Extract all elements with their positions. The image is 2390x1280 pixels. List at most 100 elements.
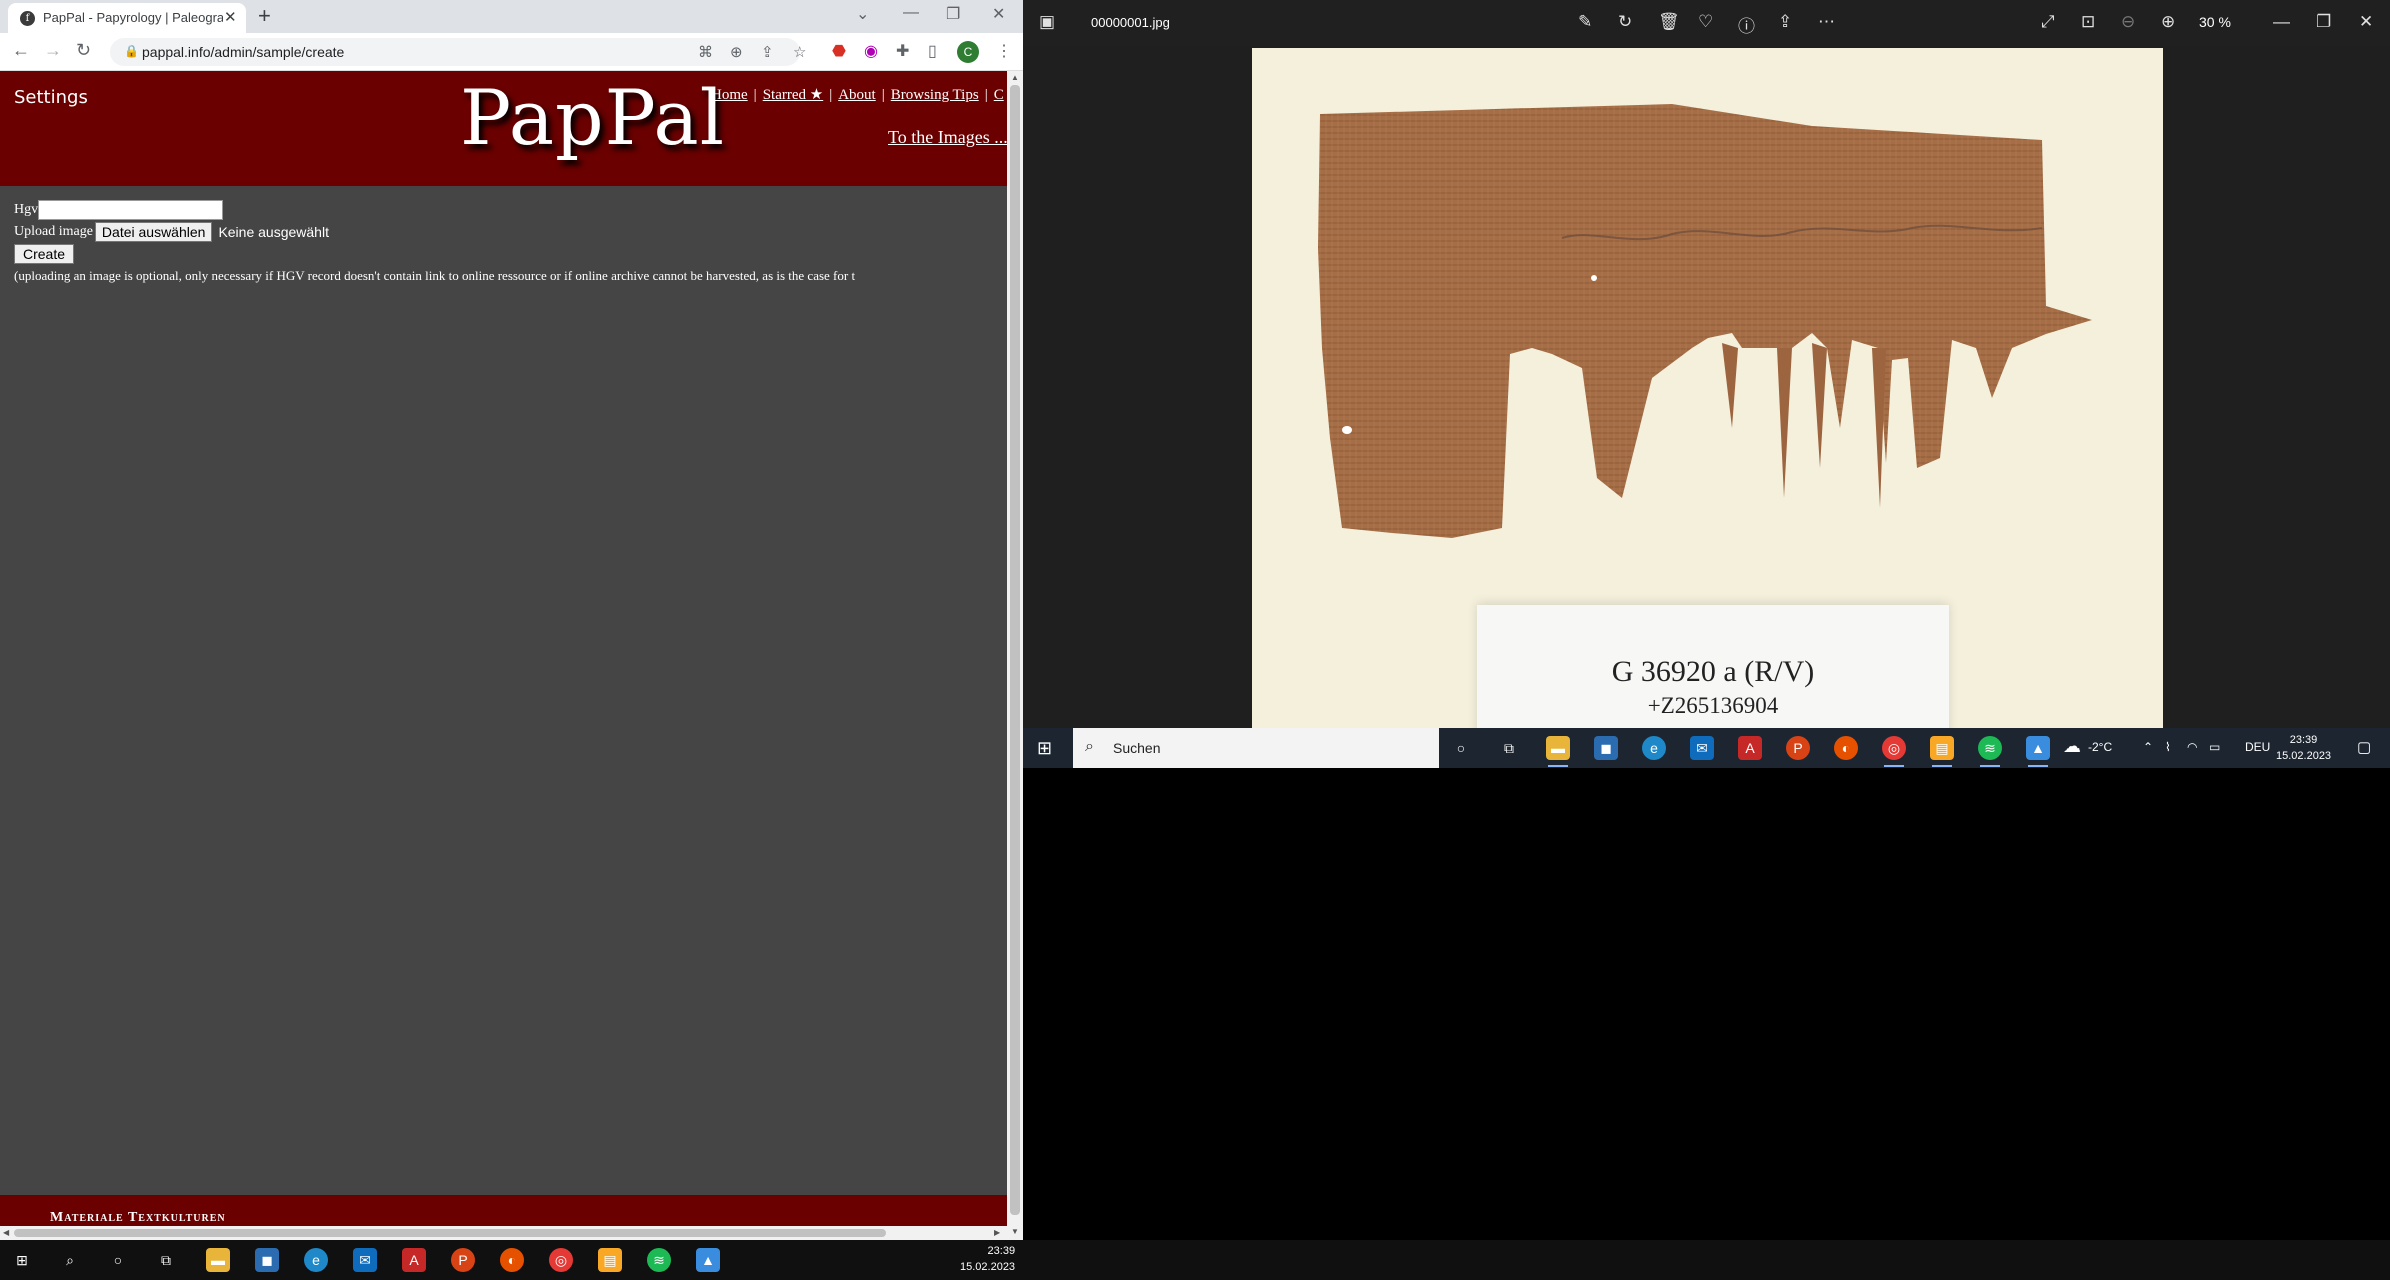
task-view-icon[interactable]: ⧉	[154, 1248, 178, 1272]
back-icon[interactable]: ←	[12, 40, 30, 61]
notifications-icon[interactable]: ▢	[2357, 738, 2371, 756]
browser-tab[interactable]: f PapPal - Papyrology | Paleography ✕	[8, 3, 246, 33]
close-tab-icon[interactable]: ✕	[224, 8, 237, 26]
side-panel-icon[interactable]: ▯	[928, 41, 937, 61]
zoom-icon[interactable]: ⊕	[730, 43, 743, 61]
choose-file-button[interactable]: Datei auswählen	[94, 222, 213, 242]
chrome-icon[interactable]: ◎	[1882, 736, 1906, 760]
windows-start-icon[interactable]: ⊞	[1037, 738, 1052, 759]
fullscreen-icon[interactable]: ⤢	[2041, 12, 2055, 32]
wifi-icon[interactable]: ◠	[2187, 740, 2197, 754]
vertical-scrollbar[interactable]: ▲ ▼	[1007, 71, 1023, 1240]
lock-icon[interactable]: 🔒	[124, 44, 139, 58]
notes-app-icon[interactable]: ▤	[1930, 736, 1954, 760]
nav-truncated[interactable]: C	[994, 87, 1004, 103]
scroll-right-icon[interactable]: ▶	[994, 1228, 1000, 1237]
share-icon[interactable]: ⇪	[761, 43, 774, 61]
file-status: Keine ausgewählt	[218, 224, 329, 240]
nav-home[interactable]: Home	[711, 87, 748, 103]
acrobat-icon[interactable]: A	[402, 1248, 426, 1272]
powerpoint-icon[interactable]: P	[451, 1248, 475, 1272]
gallery-icon[interactable]: ▣	[1039, 12, 1055, 32]
taskbar-clock-main[interactable]: 23:39 15.02.2023	[960, 1243, 1015, 1275]
zoom-out-icon[interactable]: ⊖	[2121, 12, 2135, 32]
zoom-level: 30 %	[2199, 14, 2231, 30]
create-button[interactable]: Create	[14, 244, 75, 264]
nav-about[interactable]: About	[838, 87, 876, 103]
extensions-puzzle-icon[interactable]: ✚	[896, 41, 909, 61]
powerpoint-icon[interactable]: P	[1786, 736, 1810, 760]
zoom-in-icon[interactable]: ⊕	[2161, 12, 2175, 32]
info-icon[interactable]: ⓘ	[1738, 12, 1755, 37]
restore-icon[interactable]: ❐	[2316, 12, 2331, 32]
notes-app-icon[interactable]: ▤	[598, 1248, 622, 1272]
cortana-icon[interactable]: ○	[1449, 736, 1473, 760]
file-explorer-icon[interactable]: ▬	[206, 1248, 230, 1272]
show-hidden-icons-icon[interactable]: ⌃	[2143, 740, 2153, 754]
nav-browsing-tips[interactable]: Browsing Tips	[891, 87, 979, 103]
to-images-link[interactable]: To the Images ...	[888, 127, 1007, 148]
taskbar-clock[interactable]: 23:39 15.02.2023	[2276, 732, 2331, 764]
store-icon[interactable]: ◼	[1594, 736, 1618, 760]
network-icon[interactable]: ⌇	[2165, 740, 2171, 754]
task-view-icon[interactable]: ⧉	[1497, 736, 1521, 760]
extension-circle-icon[interactable]: ◉	[864, 41, 878, 61]
tab-search-icon[interactable]: ⌄	[856, 4, 869, 24]
extension-shield-icon[interactable]: ⬣	[832, 41, 846, 61]
hgv-input[interactable]	[38, 200, 224, 220]
nav-starred[interactable]: Starred ★	[763, 87, 824, 103]
close-window-icon[interactable]: ✕	[992, 4, 1005, 24]
edge-icon[interactable]: e	[1642, 736, 1666, 760]
minimize-icon[interactable]: —	[2273, 12, 2290, 32]
share-icon[interactable]: ⇪	[1778, 12, 1792, 32]
scroll-left-icon[interactable]: ◀	[3, 1228, 9, 1237]
weather-cloud-icon[interactable]: ☁	[2063, 736, 2081, 757]
translate-icon[interactable]: ⌘	[698, 43, 713, 61]
firefox-icon[interactable]: ◐	[1834, 736, 1858, 760]
photos-app-icon[interactable]: ▲	[2026, 736, 2050, 760]
spotify-icon[interactable]: ≋	[647, 1248, 671, 1272]
chrome-icon[interactable]: ◎	[549, 1248, 573, 1272]
file-explorer-icon[interactable]: ▬	[1546, 736, 1570, 760]
restore-icon[interactable]: ❐	[946, 4, 960, 24]
acrobat-icon[interactable]: A	[1738, 736, 1762, 760]
spotify-icon[interactable]: ≋	[1978, 736, 2002, 760]
weather-temperature[interactable]: -2°C	[2088, 740, 2112, 754]
new-tab-icon[interactable]: +	[258, 3, 271, 29]
settings-link[interactable]: Settings	[14, 87, 88, 108]
cortana-icon[interactable]: ○	[106, 1248, 130, 1272]
favorite-heart-icon[interactable]: ♡	[1698, 12, 1713, 32]
scroll-down-icon[interactable]: ▼	[1011, 1227, 1019, 1236]
profile-avatar[interactable]: C	[957, 41, 979, 63]
reload-icon[interactable]: ↻	[76, 40, 91, 61]
scroll-up-icon[interactable]: ▲	[1011, 73, 1019, 82]
windows-start-icon[interactable]: ⊞	[10, 1248, 34, 1272]
specimen-label-card: G 36920 a (R/V) +Z265136904	[1477, 605, 1949, 728]
vertical-scroll-thumb[interactable]	[1010, 85, 1020, 1215]
more-options-icon[interactable]: ⋯	[1818, 12, 1835, 32]
actual-size-icon[interactable]: ⊡	[2081, 12, 2095, 32]
language-indicator[interactable]: DEU	[2245, 740, 2270, 754]
store-icon[interactable]: ◼	[255, 1248, 279, 1272]
taskbar-search-box[interactable]: ⌕ Suchen	[1073, 728, 1439, 768]
mail-icon[interactable]: ✉	[1690, 736, 1714, 760]
forward-icon[interactable]: →	[44, 40, 62, 61]
rotate-icon[interactable]: ↻	[1618, 12, 1632, 32]
horizontal-scrollbar[interactable]: ◀ ▶	[0, 1226, 1007, 1240]
delete-icon[interactable]: 🗑	[1658, 12, 1680, 32]
address-bar[interactable]: 🔒 pappal.info/admin/sample/create ⌘ ⊕ ⇪ …	[110, 38, 806, 66]
close-window-icon[interactable]: ✕	[2359, 12, 2373, 32]
menu-kebab-icon[interactable]: ⋮	[996, 41, 1012, 61]
minimize-icon[interactable]: —	[903, 4, 919, 22]
mail-icon[interactable]: ✉	[353, 1248, 377, 1272]
horizontal-scroll-thumb[interactable]	[14, 1229, 886, 1237]
firefox-icon[interactable]: ◐	[500, 1248, 524, 1272]
photos-app-icon[interactable]: ▲	[696, 1248, 720, 1272]
edit-image-icon[interactable]: ✎	[1578, 12, 1592, 32]
bookmark-star-icon[interactable]: ☆	[793, 43, 806, 61]
upload-image-label: Upload image	[14, 224, 93, 239]
search-icon[interactable]: ⌕	[58, 1248, 82, 1272]
edge-icon[interactable]: e	[304, 1248, 328, 1272]
battery-icon[interactable]: ▭	[2209, 740, 2220, 754]
site-logo[interactable]: PapPal	[460, 73, 725, 162]
